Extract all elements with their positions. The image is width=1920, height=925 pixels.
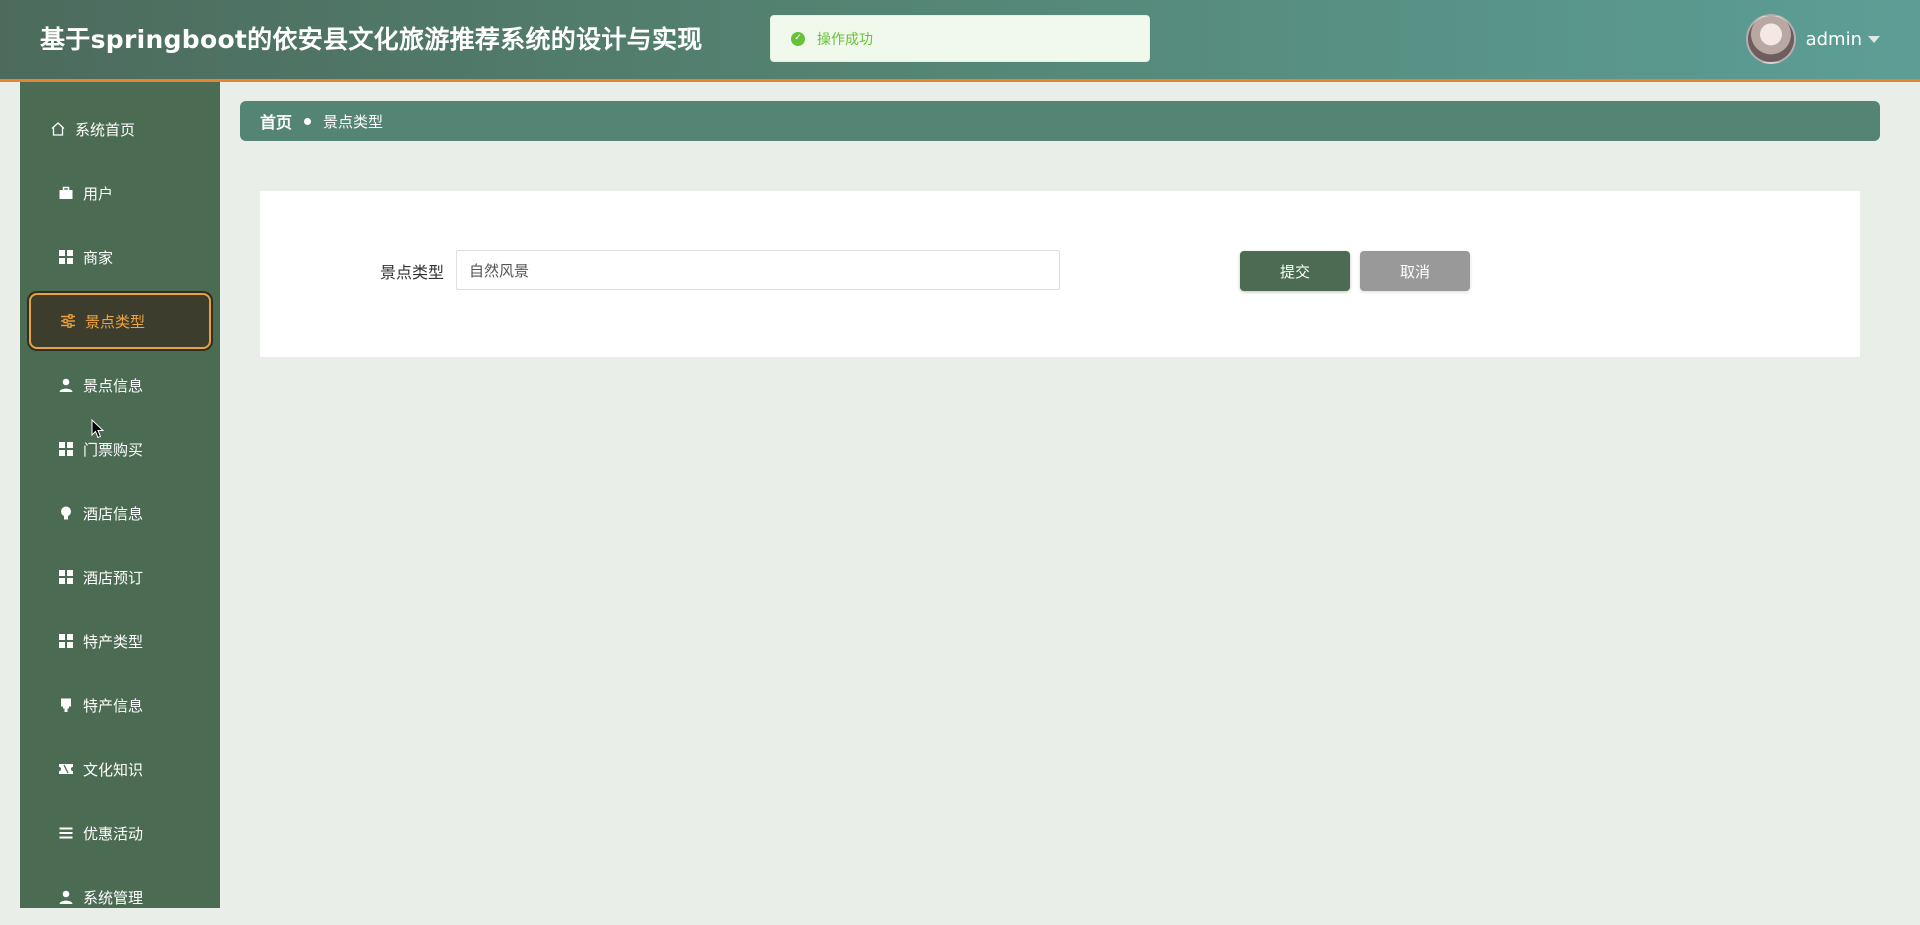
- submit-button[interactable]: 提交: [1240, 251, 1350, 291]
- top-header: 基于springboot的依安县文化旅游推荐系统的设计与实现 ✓ 操作成功 ad…: [0, 0, 1920, 82]
- sidebar-item-users[interactable]: 用户: [29, 165, 211, 221]
- cancel-button[interactable]: 取消: [1360, 251, 1470, 291]
- sidebar-item-label: 优惠活动: [83, 824, 144, 843]
- person-icon: [57, 376, 75, 394]
- sidebar-item-specialty-info[interactable]: 特产信息: [29, 677, 211, 733]
- toast-message: 操作成功: [817, 31, 873, 48]
- username[interactable]: admin: [1806, 29, 1862, 50]
- sidebar-item-label: 门票购买: [83, 440, 144, 459]
- grid-icon: [57, 568, 75, 586]
- sidebar-item-merchants[interactable]: 商家: [29, 229, 211, 285]
- stamp-icon: [57, 696, 75, 714]
- check-circle-icon: ✓: [791, 31, 805, 46]
- briefcase-icon: [57, 184, 75, 202]
- breadcrumb-home[interactable]: 首页: [260, 109, 292, 133]
- person-icon: [57, 888, 75, 906]
- sidebar-item-hotel-info[interactable]: 酒店信息: [29, 485, 211, 541]
- sidebar-item-culture[interactable]: 文化知识: [29, 741, 211, 797]
- sidebar-item-label: 景点类型: [85, 312, 146, 331]
- sidebar-item-label: 系统首页: [75, 120, 136, 139]
- sidebar-item-scenic-info[interactable]: 景点信息: [29, 357, 211, 413]
- sidebar-item-label: 用户: [83, 184, 114, 203]
- grid-icon: [57, 632, 75, 650]
- sidebar-item-promotions[interactable]: 优惠活动: [29, 805, 211, 861]
- sidebar-item-label: 酒店预订: [83, 568, 144, 587]
- sidebar-item-label: 文化知识: [83, 760, 144, 779]
- list-icon: [57, 824, 75, 842]
- scenic-type-label: 景点类型: [380, 263, 445, 282]
- scenic-type-input[interactable]: [456, 250, 1060, 290]
- sidebar-item-label: 特产类型: [83, 632, 144, 651]
- grid-icon: [57, 248, 75, 266]
- sidebar-item-label: 特产信息: [83, 696, 144, 715]
- sidebar-item-specialty-type[interactable]: 特产类型: [29, 613, 211, 669]
- app-title: 基于springboot的依安县文化旅游推荐系统的设计与实现: [40, 25, 703, 54]
- sidebar-item-scenic-type[interactable]: 景点类型: [29, 293, 211, 349]
- sidebar-item-label: 酒店信息: [83, 504, 144, 523]
- sidebar-item-hotel-booking[interactable]: 酒店预订: [29, 549, 211, 605]
- sidebar-item-label: 商家: [83, 248, 114, 267]
- sidebar-item-system-admin[interactable]: 系统管理: [29, 869, 211, 925]
- form-card: 景点类型 提交 取消: [260, 191, 1860, 357]
- sliders-icon: [59, 312, 77, 330]
- home-icon: [49, 120, 67, 138]
- breadcrumb-separator: [304, 117, 312, 125]
- sidebar-item-ticket-purchase[interactable]: 门票购买: [29, 421, 211, 477]
- user-menu[interactable]: admin: [1745, 14, 1880, 64]
- avatar[interactable]: [1745, 14, 1796, 64]
- ticket-icon: [57, 760, 75, 778]
- breadcrumb: 首页 景点类型: [240, 101, 1880, 141]
- caret-down-icon[interactable]: [1868, 35, 1880, 43]
- mouse-pointer-icon: [91, 419, 105, 439]
- sidebar-item-label: 系统管理: [83, 888, 144, 907]
- success-toast: ✓ 操作成功: [770, 15, 1150, 62]
- sidebar-item-label: 景点信息: [83, 376, 144, 395]
- sidebar: 系统首页 用户 商家 景点类型 景点信息 门票购买 酒店信息 酒店预订 特产类型…: [20, 82, 220, 908]
- lightbulb-icon: [57, 504, 75, 522]
- sidebar-item-home[interactable]: 系统首页: [29, 101, 211, 157]
- grid-icon: [57, 440, 75, 458]
- breadcrumb-current: 景点类型: [323, 112, 384, 131]
